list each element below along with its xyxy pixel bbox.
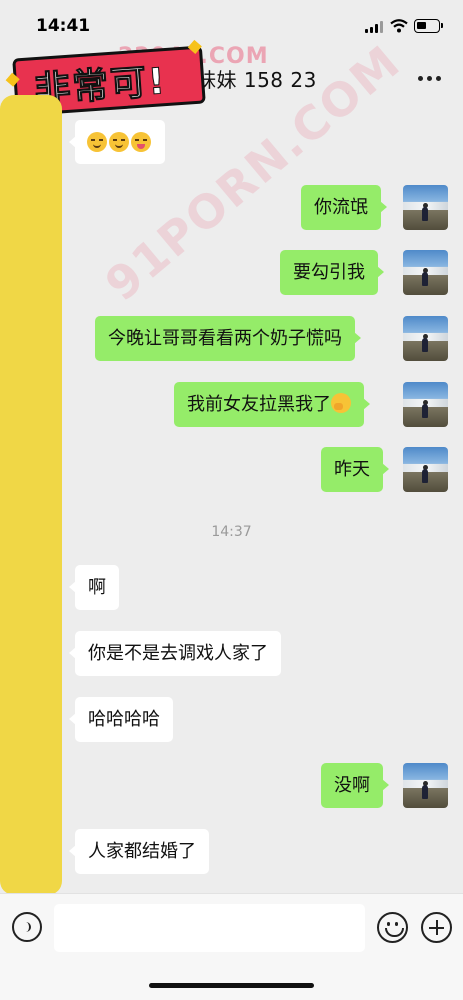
message-text: 我前女友拉黑我了	[187, 394, 331, 415]
message-bubble-received[interactable]: 啊	[69, 565, 119, 610]
message-bubble-sent[interactable]: 今晚让哥哥看看两个奶子慌吗	[95, 316, 361, 361]
more-icon[interactable]	[418, 76, 442, 82]
thinking-face-icon	[331, 393, 351, 413]
voice-icon[interactable]	[12, 912, 42, 942]
message-bubble-received[interactable]	[69, 120, 165, 164]
angry-face-icon	[109, 132, 129, 152]
tongue-wink-face-icon	[131, 132, 151, 152]
message-bubble-sent[interactable]: 昨天	[321, 447, 389, 492]
message-bubble-received[interactable]: 人家都结婚了	[69, 829, 209, 874]
message-bubble-sent[interactable]: 你流氓	[301, 185, 387, 230]
plus-icon[interactable]	[421, 912, 452, 943]
status-bar: 14:41	[0, 0, 463, 48]
message-bubble-received[interactable]: 哈哈哈哈	[69, 697, 173, 742]
avatar[interactable]	[403, 447, 448, 492]
avatar[interactable]	[403, 382, 448, 427]
chat-timestamp: 14:37	[211, 524, 252, 540]
avatar[interactable]	[403, 316, 448, 361]
message-bubble-sent[interactable]: 没啊	[321, 763, 389, 808]
censor-bar	[0, 95, 62, 895]
home-indicator[interactable]	[149, 983, 314, 988]
signal-icon	[365, 21, 384, 33]
angry-face-icon	[87, 132, 107, 152]
message-bubble-sent[interactable]: 要勾引我	[280, 250, 384, 295]
avatar[interactable]	[403, 185, 448, 230]
avatar[interactable]	[403, 250, 448, 295]
battery-icon	[414, 19, 440, 33]
message-bubble-sent[interactable]: 我前女友拉黑我了	[174, 382, 370, 427]
emoji-icon[interactable]	[377, 912, 408, 943]
message-input[interactable]	[54, 904, 365, 952]
message-bubble-received[interactable]: 你是不是去调戏人家了	[69, 631, 281, 676]
avatar[interactable]	[403, 763, 448, 808]
wifi-icon	[390, 19, 408, 33]
status-time: 14:41	[36, 16, 91, 36]
battery-cap	[441, 23, 443, 28]
